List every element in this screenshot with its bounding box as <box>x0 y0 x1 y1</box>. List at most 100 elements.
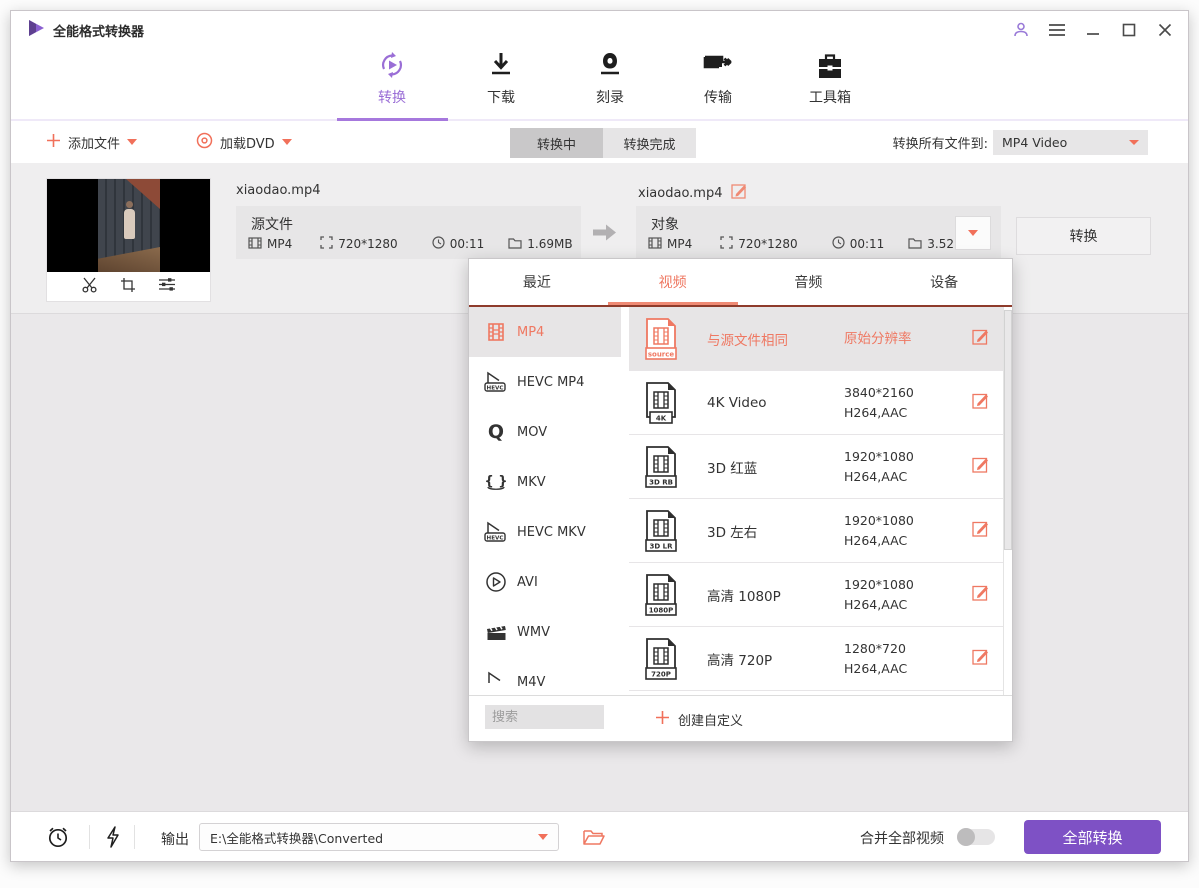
trim-scissors-icon[interactable] <box>81 277 98 297</box>
source-info-panel: 源文件 MP4720*128000:111.69MB <box>236 206 581 259</box>
edit-preset-icon[interactable] <box>972 328 990 349</box>
preset-doc-icon: 1080P <box>641 573 681 617</box>
format-item-m4v[interactable]: M4V <box>469 657 621 697</box>
preset-row[interactable]: source与源文件相同原始分辨率 <box>629 307 1012 371</box>
preset-name: 3D 左右 <box>707 521 757 541</box>
format-panel-footer: 创建自定义 <box>469 695 1012 741</box>
create-custom-button[interactable]: 创建自定义 <box>655 696 743 742</box>
search-input[interactable] <box>485 705 604 729</box>
mp4-format-icon <box>481 322 511 342</box>
preset-doc-icon: 3D LR <box>641 509 681 553</box>
svg-text:{ }: { } <box>484 474 507 489</box>
preset-details: 原始分辨率 <box>844 329 912 349</box>
format-item-wmv[interactable]: WMV <box>469 607 621 657</box>
convert-all-button[interactable]: 全部转换 <box>1024 820 1161 854</box>
rename-edit-icon[interactable] <box>731 183 748 203</box>
nav-item-transfer[interactable]: 传输 <box>673 47 763 107</box>
file-info-clock: 00:11 <box>432 236 485 252</box>
clock-icon <box>832 236 845 252</box>
merge-videos-toggle[interactable] <box>957 829 995 845</box>
minimize-button[interactable] <box>1084 21 1102 39</box>
format-item-mp4[interactable]: MP4 <box>469 307 621 357</box>
schedule-alarm-icon[interactable] <box>46 825 70 853</box>
format-item-hevc-mkv[interactable]: HEVCHEVC MKV <box>469 507 621 557</box>
nav-label: 下载 <box>456 87 546 107</box>
format-item-mov[interactable]: QMOV <box>469 407 621 457</box>
plus-icon <box>46 133 61 152</box>
preset-details: 1280*720H264,AAC <box>844 639 907 679</box>
menu-button[interactable] <box>1048 21 1066 39</box>
nav-item-burn[interactable]: 刻录 <box>565 47 655 107</box>
preset-row[interactable]: 3D LR3D 左右1920*1080H264,AAC <box>629 499 1012 563</box>
maximize-button[interactable] <box>1120 21 1138 39</box>
toolbox-icon <box>785 47 875 81</box>
format-label: MKV <box>517 475 546 490</box>
format-item-mkv[interactable]: { } MKV <box>469 457 621 507</box>
convert-button[interactable]: 转换 <box>1016 217 1151 255</box>
add-files-button[interactable]: 添加文件 <box>46 121 137 163</box>
preset-list: source与源文件相同原始分辨率4K4K Video3840*2160H264… <box>629 307 1012 697</box>
preset-doc-icon: source <box>641 317 681 361</box>
output-format-value: MP4 Video <box>1002 135 1067 150</box>
format-panel-tab[interactable]: 音频 <box>741 259 877 305</box>
preset-row[interactable]: 1080P高清 1080P1920*1080H264,AAC <box>629 563 1012 627</box>
preset-name: 4K Video <box>707 395 767 411</box>
format-panel-tab[interactable]: 设备 <box>876 259 1012 305</box>
format-panel-tab[interactable]: 视频 <box>605 259 741 305</box>
preset-doc-icon: 4K <box>641 381 681 425</box>
output-label: 输出 <box>161 829 189 849</box>
close-button[interactable] <box>1156 21 1174 39</box>
load-dvd-label: 加载DVD <box>220 133 275 152</box>
open-folder-icon[interactable] <box>583 828 605 850</box>
nav-item-toolbox[interactable]: 工具箱 <box>785 47 875 107</box>
load-dvd-button[interactable]: 加载DVD <box>196 121 292 163</box>
edit-preset-icon[interactable] <box>972 392 990 413</box>
output-format-select[interactable]: MP4 Video <box>993 130 1148 155</box>
preset-name: 3D 红蓝 <box>707 457 757 477</box>
window-controls <box>1012 19 1174 41</box>
wmv-format-icon <box>481 622 511 642</box>
preset-row[interactable]: 3D RB3D 红蓝1920*1080H264,AAC <box>629 435 1012 499</box>
source-panel-title: 源文件 <box>251 214 293 234</box>
format-label: HEVC MP4 <box>517 375 584 390</box>
format-label: M4V <box>517 675 545 690</box>
burn-icon <box>565 47 655 81</box>
nav-item-convert[interactable]: 转换 <box>347 47 437 107</box>
toolbar: 添加文件 加载DVD 转换中转换完成 转换所有文件到: MP4 Video <box>11 121 1188 163</box>
format-panel-tab[interactable]: 最近 <box>469 259 605 305</box>
main-nav: 转换下载刻录传输 工具箱 <box>11 41 1188 117</box>
format-list: MP4HEVCHEVC MP4QMOV{ }MKVHEVCHEVC MKVAVI… <box>469 307 621 697</box>
preset-list-scrollbar[interactable] <box>1003 307 1012 697</box>
preset-row[interactable]: 4K4K Video3840*2160H264,AAC <box>629 371 1012 435</box>
output-path-select[interactable]: E:\全能格式转换器\Converted <box>199 823 559 851</box>
effects-sliders-icon[interactable] <box>158 277 176 296</box>
m4v-format-icon <box>481 671 511 693</box>
format-label: WMV <box>517 625 550 640</box>
format-item-hevc-mp4[interactable]: HEVCHEVC MP4 <box>469 357 621 407</box>
queue-tab[interactable]: 转换完成 <box>603 128 696 158</box>
file-info-expand: 720*1280 <box>720 236 797 252</box>
preset-name: 高清 720P <box>707 649 772 669</box>
chevron-down-icon <box>282 139 292 145</box>
edit-preset-icon[interactable] <box>972 584 990 605</box>
edit-preset-icon[interactable] <box>972 648 990 669</box>
high-speed-bolt-icon[interactable] <box>106 826 120 852</box>
svg-text:720P: 720P <box>651 670 671 678</box>
file-info-clock: 00:11 <box>832 236 885 252</box>
nav-item-download[interactable]: 下载 <box>456 47 546 107</box>
crop-icon[interactable] <box>120 277 136 297</box>
queue-tab[interactable]: 转换中 <box>510 128 603 158</box>
target-info-panel: 对象 MP4720*128000:113.52MB <box>636 206 1001 259</box>
target-format-dropdown-button[interactable] <box>955 216 991 250</box>
nav-label: 传输 <box>673 87 763 107</box>
preset-row[interactable]: 720P 高清 720P 1280*720H264,AAC <box>629 627 1012 691</box>
edit-preset-icon[interactable] <box>972 456 990 477</box>
account-button[interactable] <box>1012 21 1030 39</box>
video-thumbnail <box>47 179 210 273</box>
svg-text:HEVC: HEVC <box>487 535 504 541</box>
format-item-avi[interactable]: AVI <box>469 557 621 607</box>
svg-text:Q: Q <box>488 421 504 443</box>
edit-preset-icon[interactable] <box>972 520 990 541</box>
app-logo-icon <box>27 19 47 37</box>
nav-label: 工具箱 <box>785 87 875 107</box>
